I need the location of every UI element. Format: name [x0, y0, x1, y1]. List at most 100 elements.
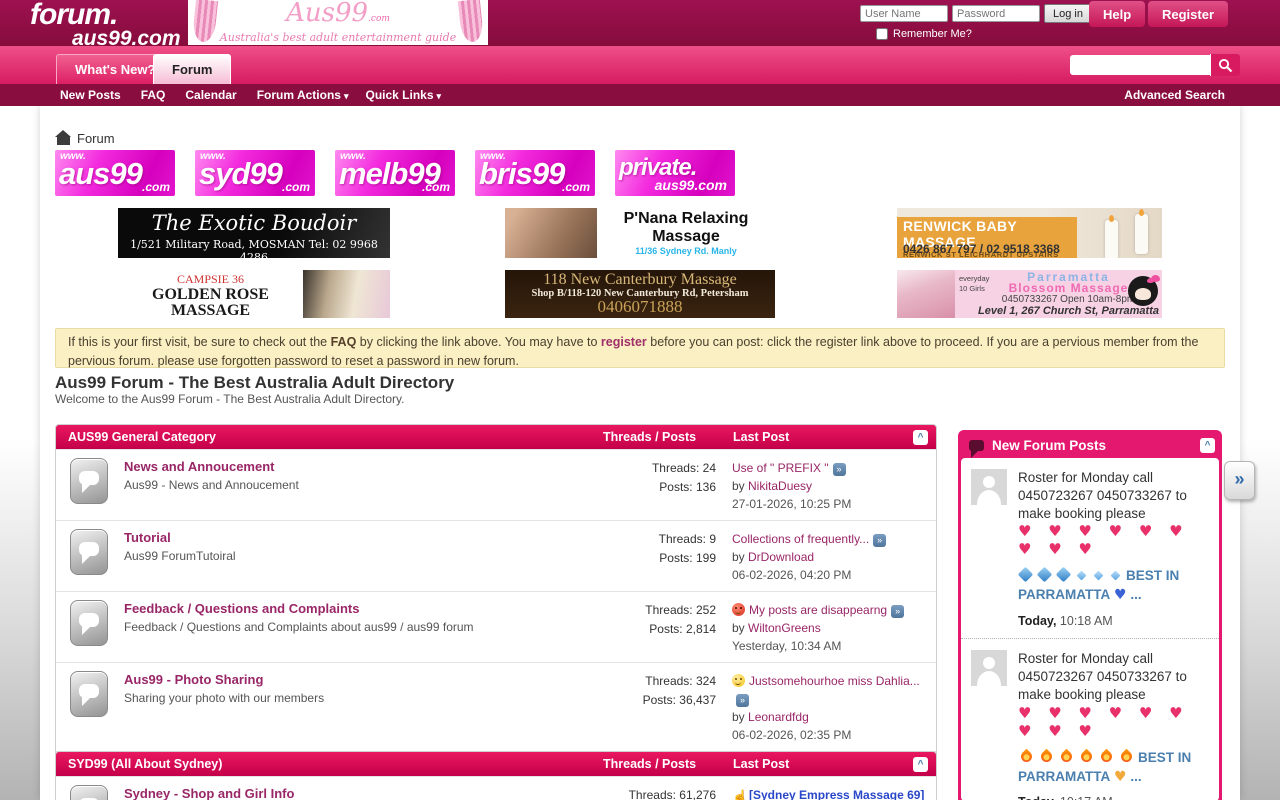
threads-posts-stats: Threads: 24Posts: 136 — [598, 457, 732, 513]
forum-page: forum. aus99.com Aus99.com Australia's b… — [0, 0, 1280, 800]
forum-row: News and Annoucement Aus99 - News and An… — [56, 449, 936, 520]
banner-private-aus99[interactable]: private. aus99.com — [615, 150, 735, 196]
last-post-link[interactable]: [Sydney Empress Massage 69] — [749, 788, 924, 800]
banner-bris99[interactable]: www. bris99 .com — [475, 150, 595, 196]
forum-row: Sydney - Shop and Girl Info Talk about S… — [56, 776, 936, 800]
fire-emojis — [1018, 750, 1138, 765]
caret-down-icon: ▾ — [437, 91, 442, 101]
site-logo[interactable]: forum. aus99.com — [30, 0, 181, 49]
faq-link[interactable]: FAQ — [331, 335, 357, 349]
forum-title-link[interactable]: News and Annoucement — [124, 459, 598, 474]
last-post-user[interactable]: DrDownload — [748, 550, 814, 564]
last-post-user[interactable]: NikitaDuesy — [748, 479, 812, 493]
username-input[interactable] — [860, 5, 948, 22]
goto-post-icon[interactable]: » — [891, 605, 904, 618]
remember-me: Remember Me? — [876, 28, 972, 40]
last-post-user[interactable]: Leonardfdg — [748, 710, 809, 724]
ad-exotic-boudoir[interactable]: The Exotic Boudoir 1/521 Military Road, … — [118, 208, 390, 258]
new-post-item[interactable]: Roster for Monday call 0450723267 045073… — [961, 638, 1219, 800]
new-forum-posts-widget: New Forum Posts ^ Roster for Monday call… — [958, 430, 1222, 800]
search-button[interactable] — [1210, 54, 1240, 76]
register-button[interactable]: Register — [1148, 1, 1228, 27]
column-last-post: Last Post — [723, 430, 913, 444]
forum-title-link[interactable]: Aus99 - Photo Sharing — [124, 672, 598, 687]
candle-graphic — [1135, 214, 1148, 254]
tab-bar: What's New? Forum — [0, 46, 1280, 84]
nav-bar: New Posts FAQ Calendar Forum Actions▾ Qu… — [0, 84, 1280, 106]
heart-emojis: ♥ ♥ ♥ ♥ ♥ ♥ ♥ ♥ ♥ — [1018, 704, 1211, 740]
nav-forum-actions[interactable]: Forum Actions▾ — [257, 88, 349, 102]
login-button[interactable]: Log in — [1044, 4, 1092, 23]
goto-post-icon[interactable]: » — [833, 463, 846, 476]
breadcrumb: Forum — [57, 131, 115, 146]
last-post-link[interactable]: Justsomehourhoe miss Dahlia... — [749, 674, 920, 688]
candle-graphic — [1105, 220, 1118, 258]
last-post-link[interactable]: My posts are disappearng — [749, 603, 887, 617]
ad-blossom-massage[interactable]: everyday 10 Girls Parramatta Blossom Mas… — [897, 270, 1162, 318]
column-threads-posts: Threads / Posts — [603, 430, 723, 444]
search-bar — [1070, 54, 1240, 76]
heart-emoji: ♥ — [1114, 587, 1127, 603]
new-post-item[interactable]: Roster for Monday call 0450723267 045073… — [961, 458, 1219, 638]
search-input[interactable] — [1070, 55, 1210, 75]
threads-posts-stats: Threads: 9Posts: 199 — [598, 528, 732, 584]
widget-slideout-button[interactable]: » — [1224, 461, 1255, 500]
forum-title-link[interactable]: Tutorial — [124, 530, 598, 545]
forum-speech-bubble-icon — [70, 529, 108, 575]
banner-syd99[interactable]: www. syd99 .com — [195, 150, 315, 196]
advanced-search-link[interactable]: Advanced Search — [1124, 84, 1225, 106]
register-link[interactable]: register — [601, 335, 647, 349]
nav-quick-links[interactable]: Quick Links▾ — [365, 88, 441, 102]
forum-speech-bubble-icon — [70, 785, 108, 800]
collapse-button[interactable]: ^ — [913, 757, 928, 772]
collapse-button[interactable]: ^ — [1200, 438, 1215, 453]
ad-canterbury-massage[interactable]: 118 New Canterbury Massage Shop B/118-12… — [505, 270, 775, 318]
category-syd99: SYD99 (All About Sydney) Threads / Posts… — [55, 751, 937, 800]
last-post-user[interactable]: WiltonGreens — [748, 621, 821, 635]
last-post-link[interactable]: Use of " PREFIX " — [732, 461, 829, 475]
page-subtitle: Welcome to the Aus99 Forum - The Best Au… — [55, 392, 405, 406]
banner-melb99[interactable]: www. melb99 .com — [335, 150, 455, 196]
last-post-cell: [Sydney Empress Massage 69] Nana (Vietna… — [732, 784, 928, 800]
category-header: SYD99 (All About Sydney) Threads / Posts… — [56, 752, 936, 776]
nav-new-posts[interactable]: New Posts — [60, 88, 124, 102]
pnana-photo — [505, 208, 597, 258]
last-post-cell: Use of " PREFIX "» by NikitaDuesy 27-01-… — [732, 457, 928, 513]
aus99-header-banner[interactable]: Aus99.com Australia's best adult enterta… — [188, 0, 488, 45]
breadcrumb-forum[interactable]: Forum — [77, 131, 115, 146]
ad-golden-rose-massage[interactable]: CAMPSIE 36 GOLDEN ROSE MASSAGE 36 NORTH … — [118, 270, 390, 318]
remember-me-checkbox[interactable] — [876, 28, 888, 40]
first-visit-notice: If this is your first visit, be sure to … — [55, 328, 1225, 368]
category-name[interactable]: AUS99 General Category — [68, 430, 603, 444]
gem-emojis — [1018, 568, 1126, 583]
column-last-post: Last Post — [723, 757, 913, 771]
forum-title-link[interactable]: Feedback / Questions and Complaints — [124, 601, 598, 616]
category-name[interactable]: SYD99 (All About Sydney) — [68, 757, 603, 771]
widget-header: New Forum Posts ^ — [961, 433, 1219, 458]
password-input[interactable] — [952, 5, 1040, 22]
ad-renwick-massage[interactable]: RENWICK BABY MASSAGE RENWICK ST LEICHHAR… — [897, 208, 1162, 258]
forum-description: Sharing your photo with our members — [124, 691, 598, 705]
last-post-link[interactable]: Collections of frequently... — [732, 532, 869, 546]
login-form: Log in — [860, 4, 1092, 23]
forum-title-link[interactable]: Sydney - Shop and Girl Info — [124, 786, 598, 800]
remember-me-label: Remember Me? — [893, 28, 972, 40]
last-post-cell: Justsomehourhoe miss Dahlia...» by Leona… — [732, 670, 928, 744]
forum-description: Feedback / Questions and Complaints abou… — [124, 620, 598, 634]
help-button[interactable]: Help — [1089, 1, 1145, 27]
heart-emoji: ♥ — [1114, 769, 1127, 785]
collapse-button[interactable]: ^ — [913, 430, 928, 445]
post-time: Today, 10:17 AM — [1018, 794, 1211, 800]
goto-post-icon[interactable]: » — [736, 694, 749, 707]
post-time: Today, 10:18 AM — [1018, 613, 1211, 630]
forum-speech-bubble-icon — [70, 458, 108, 504]
goto-post-icon[interactable]: » — [873, 534, 886, 547]
banner-aus99[interactable]: www. aus99 .com — [55, 150, 175, 196]
nav-calendar[interactable]: Calendar — [185, 88, 239, 102]
ad-pnana-massage[interactable]: P'Nana Relaxing Massage 11/36 Sydney Rd.… — [505, 208, 775, 258]
home-icon[interactable] — [57, 137, 70, 145]
nav-faq[interactable]: FAQ — [141, 88, 169, 102]
speech-bubble-icon — [969, 440, 984, 451]
tab-forum[interactable]: Forum — [153, 54, 231, 84]
forum-description: Aus99 ForumTutoiral — [124, 549, 598, 563]
